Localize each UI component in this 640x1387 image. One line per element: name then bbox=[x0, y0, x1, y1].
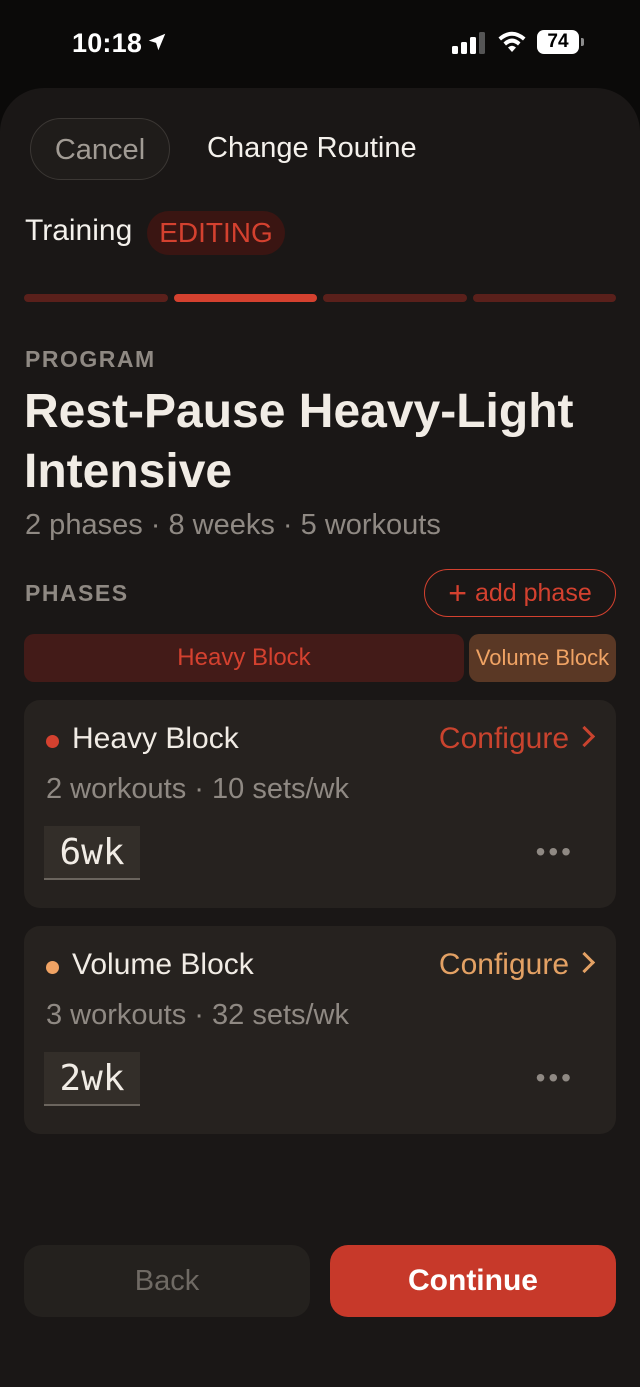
phase-timeline-bar: Heavy Block Volume Block bbox=[24, 634, 616, 682]
location-arrow-icon bbox=[148, 33, 166, 51]
phase-color-dot bbox=[46, 961, 59, 974]
chevron-right-icon bbox=[573, 951, 596, 974]
progress-step-2 bbox=[173, 294, 317, 302]
configure-label: Configure bbox=[438, 722, 569, 755]
page-title: Change Routine bbox=[207, 132, 417, 164]
signal-icon bbox=[452, 32, 485, 54]
battery-icon: 74 bbox=[537, 30, 584, 54]
status-time: 10:18 bbox=[72, 28, 143, 58]
phase-bar-volume-block[interactable]: Volume Block bbox=[469, 634, 616, 682]
phase-bar-heavy-block[interactable]: Heavy Block bbox=[24, 634, 464, 682]
status-bar: 10:18 74 bbox=[0, 0, 640, 88]
add-phase-button[interactable]: + add phase bbox=[424, 569, 616, 617]
configure-button[interactable]: Configure bbox=[438, 948, 596, 982]
plus-icon: + bbox=[448, 575, 467, 611]
phase-color-dot bbox=[46, 735, 59, 748]
program-section-label: PROGRAM bbox=[25, 346, 156, 372]
back-button[interactable]: Back bbox=[24, 1245, 310, 1317]
mode-label: Training bbox=[25, 214, 133, 247]
program-meta: 2 phases · 8 weeks · 5 workouts bbox=[25, 509, 441, 541]
step-progress bbox=[24, 294, 616, 302]
cancel-button[interactable]: Cancel bbox=[30, 118, 170, 180]
continue-button[interactable]: Continue bbox=[330, 1245, 616, 1317]
program-name: Rest-Pause Heavy-Light Intensive bbox=[24, 385, 574, 498]
chevron-right-icon bbox=[573, 725, 596, 748]
add-phase-label: add phase bbox=[474, 579, 592, 607]
more-options-icon[interactable]: ••• bbox=[536, 836, 574, 868]
phase-card-volume-block: Volume Block Configure 3 workouts · 32 s… bbox=[24, 926, 616, 1134]
progress-step-1 bbox=[24, 294, 168, 302]
weeks-field[interactable]: 2wk bbox=[44, 1052, 140, 1106]
phase-meta: 2 workouts · 10 sets/wk bbox=[46, 773, 349, 805]
configure-label: Configure bbox=[438, 948, 569, 981]
phase-card-heavy-block: Heavy Block Configure 2 workouts · 10 se… bbox=[24, 700, 616, 908]
phase-name: Volume Block bbox=[72, 948, 254, 981]
more-options-icon[interactable]: ••• bbox=[536, 1062, 574, 1094]
configure-button[interactable]: Configure bbox=[438, 722, 596, 756]
phase-name: Heavy Block bbox=[72, 722, 239, 755]
change-routine-sheet: Cancel Change Routine Training EDITING P… bbox=[0, 88, 640, 1387]
progress-step-3 bbox=[323, 294, 467, 302]
phase-meta: 3 workouts · 32 sets/wk bbox=[46, 999, 349, 1031]
weeks-field[interactable]: 6wk bbox=[44, 826, 140, 880]
editing-badge: EDITING bbox=[147, 211, 285, 255]
progress-step-4 bbox=[472, 294, 616, 302]
wifi-icon bbox=[498, 31, 526, 52]
phases-section-label: PHASES bbox=[25, 580, 129, 606]
